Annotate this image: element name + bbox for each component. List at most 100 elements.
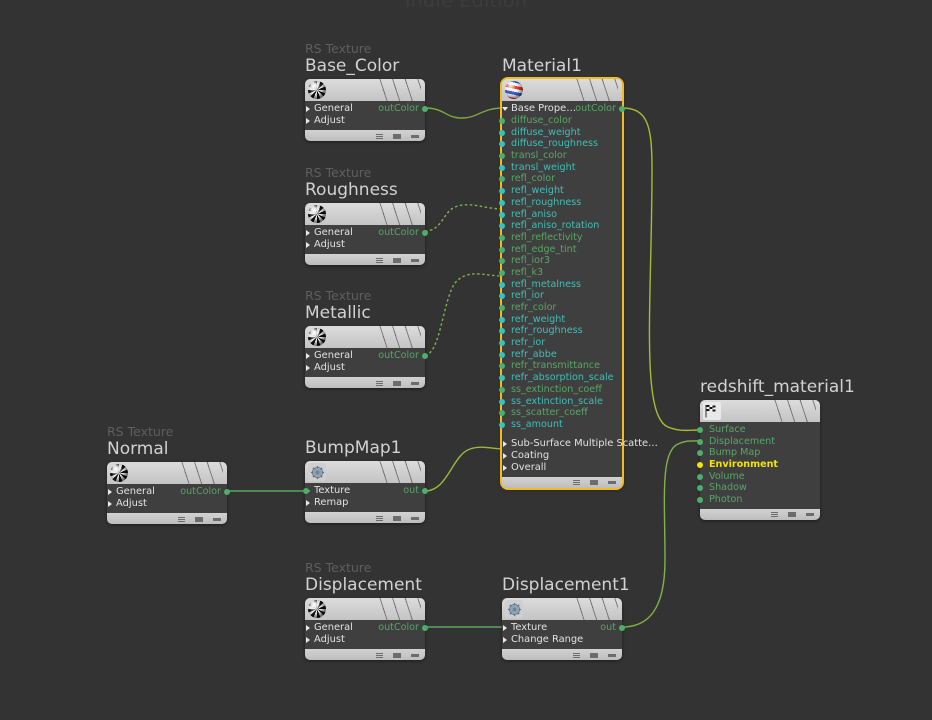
row-refl-weight[interactable]: refl_weight (499, 185, 622, 197)
row-adjust[interactable]: Adjust (305, 362, 425, 374)
chevron-right-icon[interactable] (108, 489, 112, 495)
row-general[interactable]: General outColor (305, 103, 428, 115)
row-transl-color[interactable]: transl_color (499, 150, 622, 162)
node-header[interactable] (305, 461, 425, 483)
square-icon[interactable] (393, 515, 401, 521)
input-port-dot[interactable] (499, 386, 505, 393)
output-port-label[interactable]: outColor (378, 227, 419, 239)
output-port-dot[interactable] (619, 625, 625, 631)
square-icon[interactable] (393, 380, 401, 386)
output-port-label[interactable]: outColor (378, 350, 419, 362)
row-refl-aniso-rotation[interactable]: refl_aniso_rotation (499, 220, 622, 232)
chevron-right-icon[interactable] (503, 464, 507, 471)
input-port-dot[interactable] (499, 141, 505, 148)
output-port-label[interactable]: outColor (378, 103, 419, 115)
input-port-dot[interactable] (697, 497, 703, 504)
node-header[interactable] (305, 79, 425, 101)
chevron-right-icon[interactable] (306, 353, 310, 359)
node-graph-canvas[interactable]: Indie Edition RS Texture Base_Color Gene… (0, 0, 932, 720)
node-footer[interactable] (305, 377, 425, 388)
row-overall[interactable]: Overall (502, 462, 622, 474)
node-header[interactable] (502, 79, 622, 101)
output-port-dot[interactable] (224, 489, 230, 495)
input-port-dot[interactable] (499, 129, 505, 136)
list-icon[interactable] (376, 257, 383, 263)
chevron-right-icon[interactable] (306, 230, 310, 236)
square-icon[interactable] (590, 480, 598, 486)
input-port-dot[interactable] (499, 199, 505, 206)
input-port-dot[interactable] (499, 269, 505, 276)
row-adjust[interactable]: Adjust (305, 115, 425, 127)
output-port-dot[interactable] (422, 106, 428, 112)
row-ss-extinction-scale[interactable]: ss_extinction_scale (499, 396, 622, 408)
list-icon[interactable] (376, 652, 383, 658)
row-diffuse-color[interactable]: diffuse_color (499, 115, 622, 127)
node-body[interactable]: Texture out Remap (303, 461, 428, 523)
minus-icon[interactable] (608, 481, 616, 485)
row-bump-map[interactable]: Bump Map (697, 447, 820, 459)
node-header[interactable] (107, 462, 227, 484)
row-general[interactable]: General outColor (305, 227, 428, 239)
list-icon[interactable] (573, 652, 580, 658)
row-refr-absorption-scale[interactable]: refr_absorption_scale (499, 372, 622, 384)
node-bumpmap1[interactable]: BumpMap1 Texture out Remap (303, 438, 428, 523)
row-transl-weight[interactable]: transl_weight (499, 162, 622, 174)
row-diffuse-weight[interactable]: diffuse_weight (499, 127, 622, 139)
output-port-dot[interactable] (422, 488, 428, 494)
list-icon[interactable] (376, 515, 383, 521)
node-body[interactable]: General outColor Adjust (107, 462, 230, 524)
node-footer[interactable] (700, 508, 820, 520)
row-ss-scatter-coeff[interactable]: ss_scatter_coeff (499, 407, 622, 419)
node-displacement[interactable]: RS Texture Displacement General outColor… (305, 561, 428, 660)
input-port-dot[interactable] (499, 164, 505, 171)
row-general[interactable]: General outColor (305, 622, 428, 634)
chevron-right-icon[interactable] (306, 106, 310, 112)
input-port-dot[interactable] (499, 410, 505, 417)
row-ss-amount[interactable]: ss_amount (499, 419, 622, 431)
row-base-prope[interactable]: Base Prope… outColor (502, 103, 625, 115)
square-icon[interactable] (195, 516, 203, 522)
row-refl-k3[interactable]: refl_k3 (499, 267, 622, 279)
row-adjust[interactable]: Adjust (107, 498, 227, 510)
node-header[interactable] (700, 400, 820, 422)
input-port-dot[interactable] (303, 488, 309, 494)
node-redshift-material1[interactable]: redshift_material1 Surface Displacement … (697, 377, 855, 520)
minus-icon[interactable] (608, 653, 616, 657)
input-port-dot[interactable] (697, 485, 703, 492)
row-change-range[interactable]: Change Range (502, 634, 622, 646)
row-refl-roughness[interactable]: refl_roughness (499, 197, 622, 209)
node-body[interactable]: General outColor Adjust (305, 326, 428, 388)
output-port-label[interactable]: out (600, 622, 616, 634)
input-port-dot[interactable] (499, 421, 505, 428)
square-icon[interactable] (393, 652, 401, 658)
list-icon[interactable] (771, 512, 778, 518)
node-header[interactable] (305, 203, 425, 225)
row-remap[interactable]: Remap (305, 497, 425, 509)
node-metallic[interactable]: RS Texture Metallic General outColor Adj… (305, 289, 428, 388)
input-port-dot[interactable] (499, 153, 505, 160)
row-adjust[interactable]: Adjust (305, 239, 425, 251)
row-refl-reflectivity[interactable]: refl_reflectivity (499, 232, 622, 244)
row-refl-metalness[interactable]: refl_metalness (499, 279, 622, 291)
list-icon[interactable] (178, 516, 185, 522)
row-general[interactable]: General outColor (107, 486, 230, 498)
row-refl-color[interactable]: refl_color (499, 173, 622, 185)
chevron-right-icon[interactable] (108, 501, 112, 507)
chevron-right-icon[interactable] (306, 242, 310, 248)
chevron-right-icon[interactable] (306, 625, 310, 631)
chevron-right-icon[interactable] (306, 365, 310, 371)
chevron-right-icon[interactable] (503, 637, 507, 643)
row-shadow[interactable]: Shadow (697, 482, 820, 494)
node-body[interactable]: General outColor Adjust (305, 79, 428, 141)
row-displacement[interactable]: Displacement (697, 436, 820, 448)
input-port-dot[interactable] (499, 188, 505, 195)
node-body[interactable]: General outColor Adjust (305, 598, 428, 660)
node-header[interactable] (305, 598, 425, 620)
output-port-dot[interactable] (422, 230, 428, 236)
node-footer[interactable] (502, 476, 622, 488)
input-port-dot[interactable] (697, 473, 703, 480)
row-surface[interactable]: Surface (697, 424, 820, 436)
minus-icon[interactable] (411, 134, 419, 138)
row-texture[interactable]: Texture out (502, 622, 625, 634)
minus-icon[interactable] (411, 381, 419, 385)
